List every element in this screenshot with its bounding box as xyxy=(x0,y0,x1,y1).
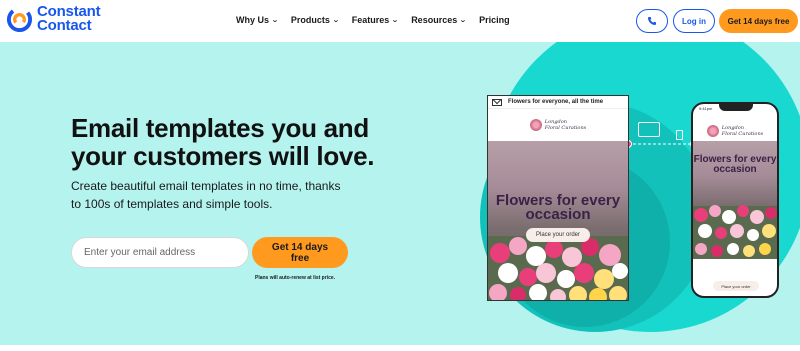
logo[interactable]: Constant Contact xyxy=(6,4,101,34)
chevron-down-icon: ⌄ xyxy=(271,17,279,24)
main-menu: Why Us ⌄ Products ⌄ Features ⌄ Resources ⌄ P… xyxy=(236,15,523,25)
menu-item-label: Products xyxy=(290,15,330,25)
email-subject: Flowers for everyone, all the time xyxy=(508,99,604,105)
menu-item-pricing[interactable]: Pricing xyxy=(479,15,510,25)
menu-item-why-us[interactable]: Why Us ⌄ xyxy=(236,15,279,25)
login-button[interactable]: Log in xyxy=(673,9,715,33)
email-order-button: Place your order xyxy=(526,228,590,242)
phone-notch xyxy=(719,104,753,111)
menu-item-label: Why Us xyxy=(236,15,270,25)
email-brand-name: Longdon Floral Curations xyxy=(545,119,586,131)
menu-item-label: Pricing xyxy=(479,15,510,25)
chevron-down-icon: ⌄ xyxy=(332,17,340,24)
flower-logo-icon xyxy=(706,125,719,137)
phone-status-time: 9:41pm xyxy=(699,106,713,111)
menu-item-features[interactable]: Features ⌄ xyxy=(351,15,400,25)
hero-subheadline: Create beautiful email templates in no t… xyxy=(71,179,341,211)
logo-icon xyxy=(6,6,33,32)
hero-section: Email templates you and your customers w… xyxy=(0,42,800,345)
email-brand-line2: Floral Curations xyxy=(544,125,587,131)
email-brand: Longdon Floral Curations xyxy=(488,109,628,141)
phone-flower-photo: Flowers for every occasion xyxy=(693,141,777,259)
email-input[interactable] xyxy=(71,237,249,268)
page-divider xyxy=(0,345,800,351)
phone-preview: 9:41pm Longdon Floral Curations Flowers … xyxy=(691,102,779,298)
phone-icon xyxy=(648,17,656,25)
hero-headline: Email templates you and your customers w… xyxy=(71,113,375,171)
auto-renew-note: Plans will auto-renew at list price. xyxy=(255,275,336,281)
chevron-down-icon: ⌄ xyxy=(391,17,400,24)
email-title: Flowers for every occasion xyxy=(495,192,621,223)
phone-brand-line2: Floral Curations xyxy=(721,131,764,137)
phone-title: Flowers for every occasion xyxy=(693,154,777,175)
flower-photo: Flowers for every occasion Place your or… xyxy=(488,141,628,300)
menu-item-label: Features xyxy=(351,15,390,25)
menu-item-products[interactable]: Products ⌄ xyxy=(290,15,340,25)
logo-text-line2: Contact xyxy=(37,17,92,34)
flower-logo-icon xyxy=(529,119,542,131)
menu-item-resources[interactable]: Resources ⌄ xyxy=(411,15,467,25)
chevron-down-icon: ⌄ xyxy=(459,17,467,24)
desktop-icon xyxy=(638,122,660,137)
free-trial-button[interactable]: Get 14 days free xyxy=(719,9,798,33)
email-template-preview: Flowers for everyone, all the time Longd… xyxy=(487,95,629,301)
phone-button[interactable] xyxy=(636,9,668,33)
mobile-icon xyxy=(676,130,683,140)
menu-item-label: Resources xyxy=(411,15,458,25)
hero-free-trial-button[interactable]: Get 14 days free xyxy=(252,237,348,268)
logo-text: Constant Contact xyxy=(37,4,101,34)
phone-brand-name: Longdon Floral Curations xyxy=(722,125,763,137)
envelope-icon xyxy=(492,98,502,106)
phone-brand: Longdon Floral Curations xyxy=(693,122,777,140)
top-nav: Constant Contact Why Us ⌄ Products ⌄ Featu… xyxy=(0,0,800,42)
phone-order-button: Place your order xyxy=(713,281,759,291)
email-header: Flowers for everyone, all the time xyxy=(488,96,628,109)
